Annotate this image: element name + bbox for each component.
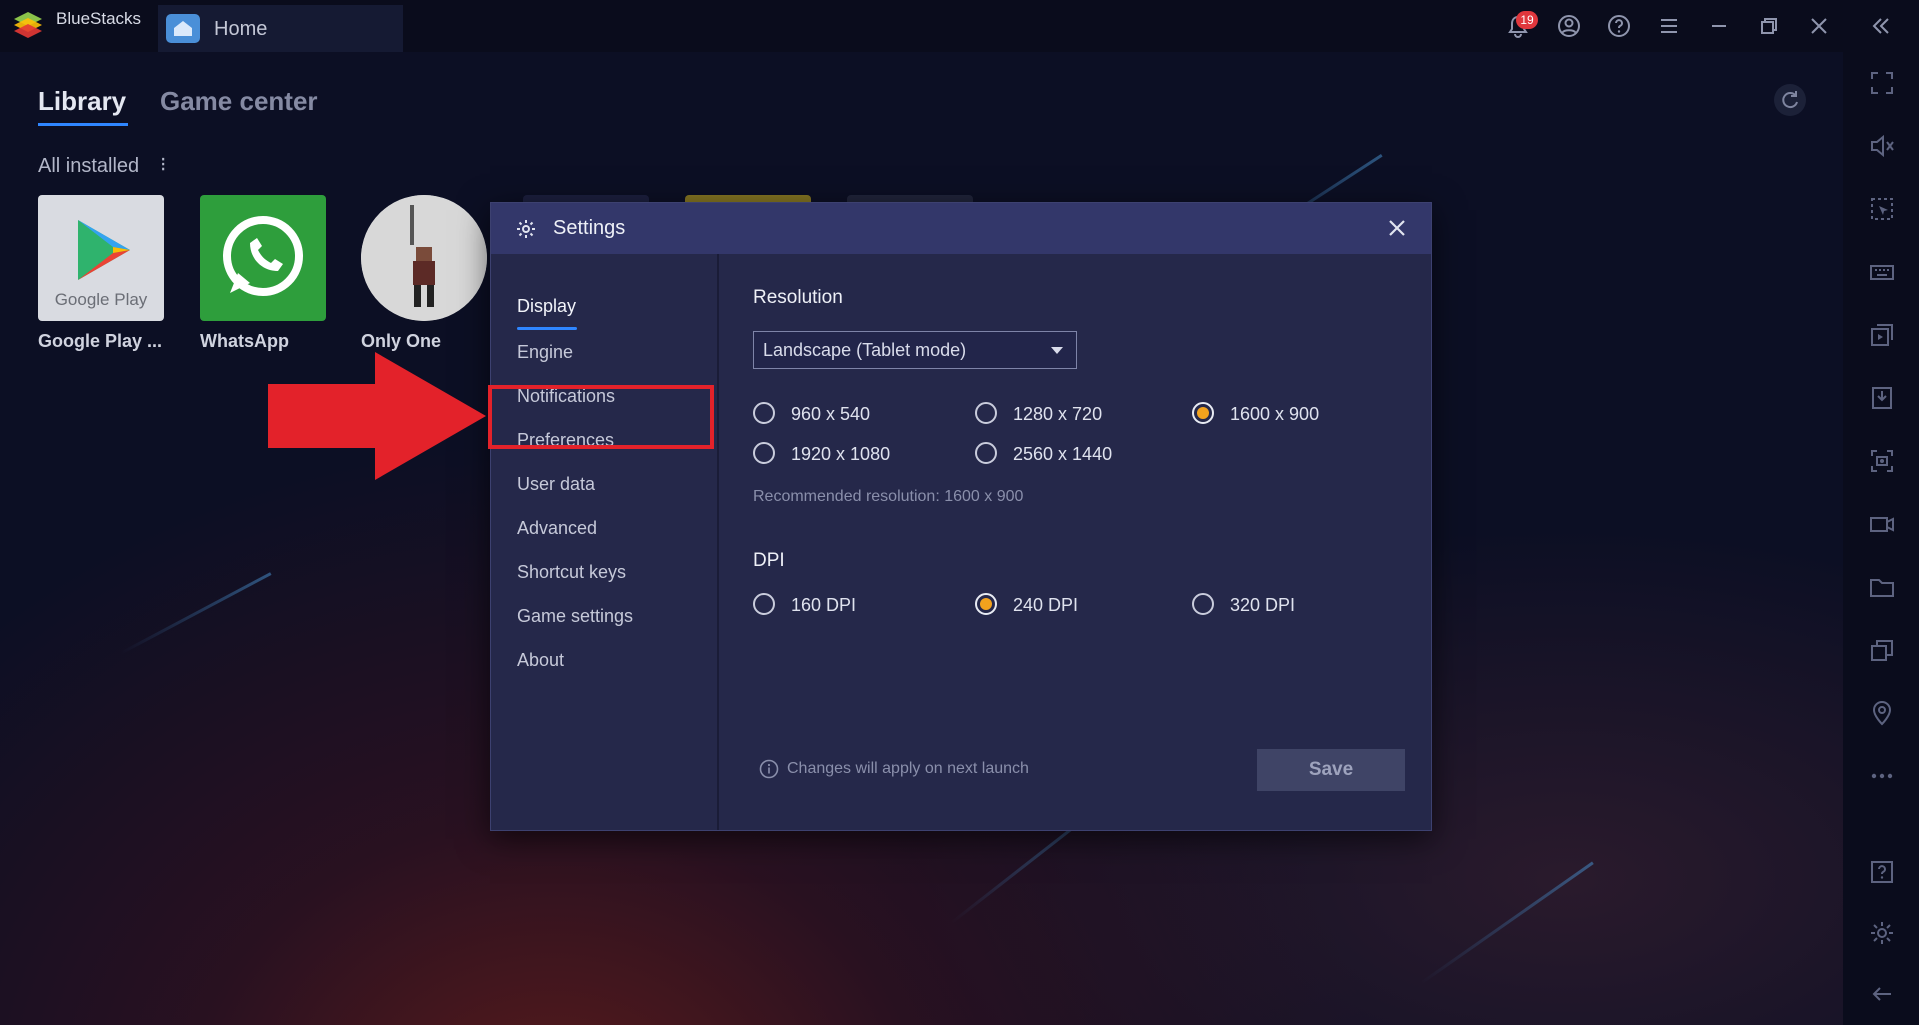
settings-nav-shortcut-keys[interactable]: Shortcut keys	[517, 562, 626, 583]
background-streak	[120, 572, 272, 655]
active-nav-indicator	[517, 327, 577, 330]
dpi-option-label: 320 DPI	[1230, 595, 1296, 615]
settings-nav-display[interactable]: Display	[517, 296, 576, 317]
right-toolbar	[1843, 52, 1919, 1025]
dpi-radio-160[interactable]	[753, 593, 775, 615]
settings-nav-advanced[interactable]: Advanced	[517, 518, 597, 539]
settings-gear-icon[interactable]	[1867, 918, 1897, 948]
settings-nav-engine[interactable]: Engine	[517, 342, 573, 363]
notification-count-badge: 19	[1516, 11, 1538, 29]
app-label-only-one: Only One	[361, 331, 442, 351]
menu-icon[interactable]	[1655, 12, 1683, 40]
resolution-radio-1600x900[interactable]	[1192, 402, 1214, 424]
active-tab-indicator	[38, 123, 128, 126]
only-one-game-icon[interactable]	[361, 195, 487, 321]
dialog-header: Settings	[491, 203, 1431, 254]
settings-nav-game-settings[interactable]: Game settings	[517, 606, 633, 627]
dpi-option-label: 240 DPI	[1013, 595, 1079, 615]
dpi-label: DPI	[753, 550, 785, 571]
account-icon[interactable]	[1555, 12, 1583, 40]
multi-instance-icon[interactable]	[1867, 635, 1897, 665]
dpi-option-label: 160 DPI	[791, 595, 857, 615]
app-label-whatsapp: WhatsApp	[200, 331, 289, 351]
close-icon[interactable]	[1384, 215, 1410, 241]
save-button[interactable]: Save	[1257, 749, 1405, 791]
tab-library[interactable]: Library	[38, 86, 126, 117]
whatsapp-icon[interactable]	[200, 195, 326, 321]
dpi-radio-240[interactable]	[975, 593, 997, 615]
help-icon[interactable]	[1867, 857, 1897, 887]
settings-nav-about[interactable]: About	[517, 650, 564, 671]
dpi-radio-320[interactable]	[1192, 593, 1214, 615]
display-settings-panel: Resolution Landscape (Tablet mode) 960 x…	[719, 254, 1431, 830]
recommended-resolution-text: Recommended resolution: 1600 x 900	[753, 488, 1024, 505]
home-icon	[166, 14, 200, 43]
resolution-radio-1280x720[interactable]	[975, 402, 997, 424]
resolution-mode-dropdown[interactable]: Landscape (Tablet mode)	[753, 331, 1077, 369]
volume-mute-icon[interactable]	[1867, 131, 1897, 161]
help-icon[interactable]	[1605, 12, 1633, 40]
resolution-radio-1920x1080[interactable]	[753, 442, 775, 464]
svg-text:Google Play: Google Play	[55, 290, 148, 309]
install-apk-icon[interactable]	[1867, 383, 1897, 413]
apply-on-launch-note: Changes will apply on next launch	[787, 760, 1029, 777]
app-label-google-play: Google Play ...	[38, 331, 163, 351]
google-play-icon[interactable]: Google Play	[38, 195, 164, 321]
resolution-radio-960x540[interactable]	[753, 402, 775, 424]
resolution-option-label: 1600 x 900	[1230, 404, 1320, 424]
all-installed-label: All installed	[38, 155, 140, 177]
pointer-select-icon[interactable]	[1867, 194, 1897, 224]
keyboard-icon[interactable]	[1867, 257, 1897, 287]
resolution-label: Resolution	[753, 287, 843, 308]
resolution-radio-2560x1440[interactable]	[975, 442, 997, 464]
folder-icon[interactable]	[1867, 572, 1897, 602]
dialog-title: Settings	[553, 217, 626, 239]
tab-game-center[interactable]: Game center	[160, 86, 318, 117]
resolution-mode-value: Landscape (Tablet mode)	[763, 340, 967, 360]
refresh-icon[interactable]	[1774, 84, 1806, 116]
minimize-icon[interactable]	[1705, 12, 1733, 40]
app-name: BlueStacks	[56, 9, 142, 28]
resolution-option-label: 1280 x 720	[1013, 404, 1103, 424]
red-arrow-icon	[268, 352, 486, 480]
restore-window-icon[interactable]	[1755, 12, 1783, 40]
highlight-box	[488, 385, 714, 449]
bluestacks-logo-icon	[10, 7, 46, 43]
back-arrow-icon[interactable]	[1867, 979, 1897, 1009]
home-tab-label: Home	[214, 18, 268, 40]
section-options-icon[interactable]: ⁝	[160, 152, 166, 177]
resolution-option-label: 2560 x 1440	[1013, 444, 1113, 464]
settings-nav-user-data[interactable]: User data	[517, 474, 595, 495]
record-video-icon[interactable]	[1867, 509, 1897, 539]
more-options-icon[interactable]	[1867, 761, 1897, 791]
close-window-icon[interactable]	[1805, 12, 1833, 40]
chevron-down-icon	[1051, 347, 1063, 354]
home-tab[interactable]: Home	[158, 5, 403, 52]
fullscreen-icon[interactable]	[1867, 68, 1897, 98]
media-manager-icon[interactable]	[1867, 320, 1897, 350]
settings-nav: Display Engine Notifications Preferences…	[491, 254, 719, 830]
collapse-sidebar-icon[interactable]	[1866, 12, 1894, 40]
location-icon[interactable]	[1867, 698, 1897, 728]
background-streak	[1420, 861, 1594, 985]
info-icon	[759, 759, 779, 779]
screenshot-icon[interactable]	[1867, 446, 1897, 476]
title-bar: BlueStacks Home 19	[0, 0, 1919, 52]
resolution-option-label: 1920 x 1080	[791, 444, 891, 464]
settings-gear-icon	[515, 218, 537, 240]
settings-dialog: Settings Display Engine Notifications Pr…	[490, 202, 1432, 831]
resolution-option-label: 960 x 540	[791, 404, 871, 424]
